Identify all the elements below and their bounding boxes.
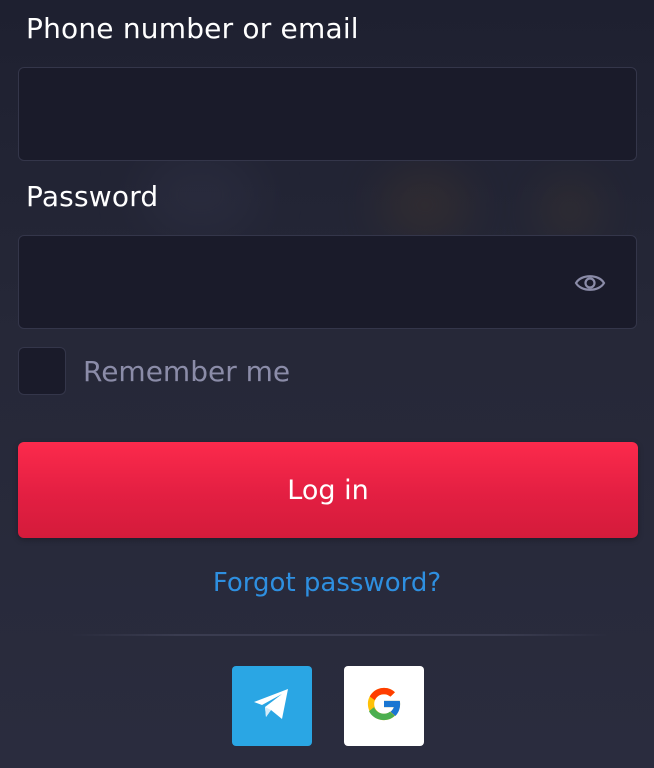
background-blob: [540, 180, 600, 240]
forgot-password-link[interactable]: Forgot password?: [0, 568, 654, 598]
phone-field-container: [18, 67, 637, 161]
google-login-button[interactable]: [344, 666, 424, 746]
password-input[interactable]: [19, 236, 636, 328]
password-field-container: [18, 235, 637, 329]
remember-me-checkbox[interactable]: [18, 347, 66, 395]
remember-me-label[interactable]: Remember me: [83, 355, 290, 388]
remember-me-row: Remember me: [18, 347, 290, 395]
eye-icon[interactable]: [574, 267, 606, 299]
telegram-icon: [252, 686, 292, 726]
telegram-login-button[interactable]: [232, 666, 312, 746]
phone-label: Phone number or email: [26, 12, 359, 45]
divider: [70, 634, 610, 636]
background-blob: [380, 170, 470, 240]
phone-email-input[interactable]: [19, 68, 636, 160]
google-icon: [363, 683, 405, 729]
login-button[interactable]: Log in: [18, 442, 638, 538]
password-label: Password: [26, 180, 159, 213]
